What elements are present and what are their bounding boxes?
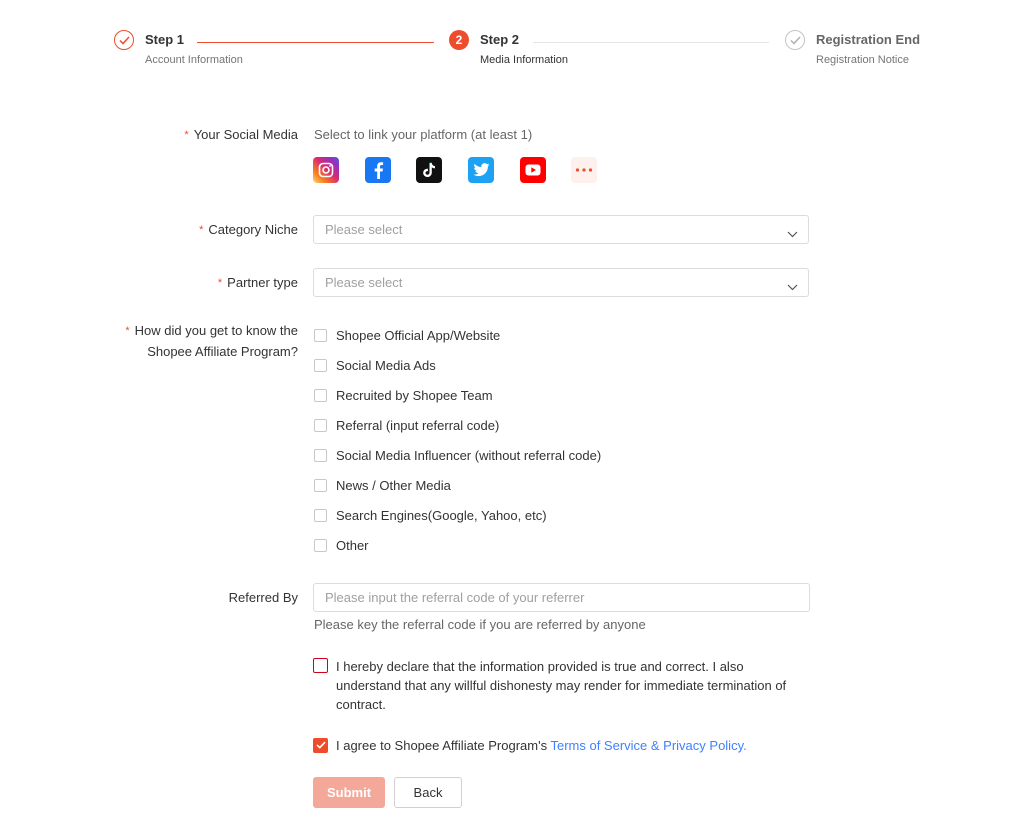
source-label-line2: Shopee Affiliate Program? bbox=[147, 344, 298, 359]
submit-button[interactable]: Submit bbox=[313, 777, 385, 808]
source-option-label: Shopee Official App/Website bbox=[336, 327, 501, 343]
agree-suffix: . bbox=[743, 737, 747, 753]
source-option[interactable]: News / Other Media bbox=[314, 476, 451, 494]
category-niche-placeholder: Please select bbox=[325, 222, 403, 237]
source-option-label: Referral (input referral code) bbox=[336, 417, 500, 433]
required-mark: * bbox=[199, 224, 204, 236]
agree-row: I agree to Shopee Affiliate Program's Te… bbox=[313, 736, 747, 754]
twitter-icon[interactable] bbox=[468, 157, 494, 183]
step-1-subtitle: Account Information bbox=[145, 54, 243, 66]
step-3-subtitle: Registration Notice bbox=[816, 54, 909, 66]
chevron-down-icon bbox=[787, 225, 798, 243]
instagram-icon[interactable] bbox=[313, 157, 339, 183]
agree-checkbox[interactable] bbox=[313, 737, 328, 753]
checkbox[interactable] bbox=[314, 388, 327, 402]
youtube-icon[interactable] bbox=[520, 157, 546, 183]
source-label: * How did you get to know the Shopee Affil… bbox=[125, 321, 298, 361]
source-option[interactable]: Referral (input referral code) bbox=[314, 416, 499, 434]
required-mark: * bbox=[125, 325, 130, 337]
source-option-label: News / Other Media bbox=[336, 477, 451, 493]
step-connector-1 bbox=[197, 42, 434, 43]
checkbox[interactable] bbox=[314, 328, 327, 342]
source-option[interactable]: Social Media Influencer (without referra… bbox=[314, 446, 601, 464]
partner-type-label: * Partner type bbox=[218, 273, 298, 294]
checkbox[interactable] bbox=[314, 418, 327, 432]
source-option[interactable]: Other bbox=[314, 536, 369, 554]
partner-type-select[interactable]: Please select bbox=[313, 268, 809, 297]
required-mark: * bbox=[217, 277, 223, 289]
checkbox[interactable] bbox=[314, 478, 327, 492]
source-option[interactable]: Recruited by Shopee Team bbox=[314, 386, 493, 404]
referred-by-label: Referred By bbox=[228, 590, 298, 605]
more-icon[interactable] bbox=[571, 157, 597, 183]
registration-stepper: Step 1 Account Information 2 Step 2 Medi… bbox=[0, 0, 1024, 90]
checkbox[interactable] bbox=[314, 508, 327, 522]
checkmark-icon bbox=[785, 30, 805, 50]
source-label-line1: How did you get to know the bbox=[134, 323, 298, 338]
source-option-label: Social Media Ads bbox=[336, 357, 436, 373]
terms-link[interactable]: Terms of Service & Privacy Policy bbox=[550, 738, 743, 753]
source-option[interactable]: Social Media Ads bbox=[314, 356, 436, 374]
tiktok-icon[interactable] bbox=[416, 157, 442, 183]
facebook-icon[interactable] bbox=[365, 157, 391, 183]
checkbox[interactable] bbox=[314, 358, 327, 372]
social-media-hint: Select to link your platform (at least 1… bbox=[314, 127, 533, 142]
checkmark-icon bbox=[114, 30, 134, 50]
required-mark: * bbox=[184, 129, 189, 141]
step-3-title: Registration End bbox=[816, 32, 921, 47]
source-option-label: Other bbox=[336, 537, 369, 553]
partner-type-placeholder: Please select bbox=[325, 275, 403, 290]
step-1-title: Step 1 bbox=[145, 32, 185, 47]
checkbox[interactable] bbox=[314, 538, 327, 552]
partner-type-label-text: Partner type bbox=[227, 275, 298, 290]
category-niche-select[interactable]: Please select bbox=[313, 215, 809, 244]
agree-prefix: I agree to Shopee Affiliate Program's bbox=[336, 737, 551, 753]
source-option[interactable]: Search Engines(Google, Yahoo, etc) bbox=[314, 506, 547, 524]
step-2-number: 2 bbox=[449, 30, 469, 50]
source-option-label: Social Media Influencer (without referra… bbox=[336, 447, 602, 463]
declaration-checkbox[interactable] bbox=[313, 658, 328, 673]
declaration-text: I hereby declare that the information pr… bbox=[336, 659, 787, 712]
checkmark-icon bbox=[315, 741, 326, 749]
social-media-label: * Your Social Media bbox=[184, 125, 298, 146]
social-media-label-text: Your Social Media bbox=[193, 127, 298, 142]
category-niche-label-text: Category Niche bbox=[208, 222, 298, 237]
category-niche-label: * Category Niche bbox=[199, 220, 298, 241]
source-option[interactable]: Shopee Official App/Website bbox=[314, 326, 500, 344]
source-option-label: Search Engines(Google, Yahoo, etc) bbox=[336, 507, 547, 523]
chevron-down-icon bbox=[787, 278, 798, 296]
checkbox[interactable] bbox=[314, 448, 327, 462]
agree-text: I agree to Shopee Affiliate Program's Te… bbox=[336, 738, 747, 753]
referral-code-hint: Please key the referral code if you are … bbox=[314, 617, 646, 632]
step-2-subtitle: Media Information bbox=[480, 54, 569, 66]
step-connector-2 bbox=[533, 42, 769, 43]
step-2-title: Step 2 bbox=[480, 32, 520, 47]
source-option-label: Recruited by Shopee Team bbox=[336, 387, 493, 403]
referral-code-input[interactable] bbox=[313, 583, 810, 612]
back-button[interactable]: Back bbox=[394, 777, 462, 808]
